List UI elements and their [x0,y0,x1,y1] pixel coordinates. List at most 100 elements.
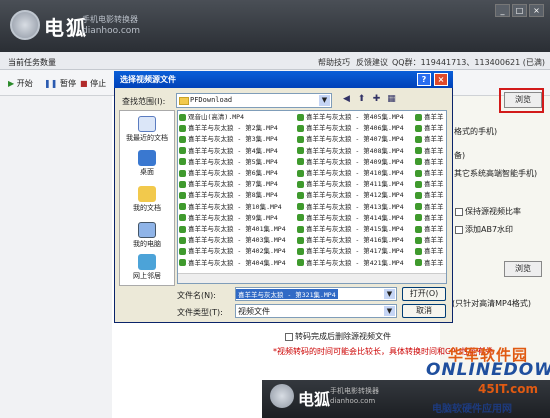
file-item-label: 喜羊羊与灰太狼 - 第421集.MP4 [306,258,404,267]
file-item[interactable]: 喜羊羊与灰太狼 - 第416集.MP4 [297,235,404,245]
file-name-value: 喜羊羊与灰太狼 - 第321集.MP4 [236,289,338,299]
file-item[interactable]: 喜羊羊与灰太狼 - 第406集.MP4 [297,123,404,133]
dialog-help-button[interactable]: ? [417,73,431,86]
place-my-documents[interactable]: 我的文档 [119,186,175,213]
video-file-icon [297,180,304,188]
file-item-label: 喜羊羊与灰太狼 - 第416集.MP4 [306,236,404,245]
file-item[interactable]: 喜羊羊与灰太狼 - 第408集.MP4 [297,146,404,156]
back-icon[interactable]: ◀ [340,93,353,106]
up-folder-icon[interactable]: ⬆ [355,93,368,106]
file-item[interactable]: 喜羊羊 [415,190,445,200]
file-item[interactable]: 喜羊羊与灰太狼 - 第10集.MP4 [179,202,282,212]
file-item[interactable]: 喜羊羊与灰太狼 - 第9集.MP4 [179,213,278,223]
file-item[interactable]: 喜羊羊与灰太狼 - 第403集.MP4 [179,235,286,245]
new-folder-icon[interactable]: ✚ [370,93,383,106]
add-watermark-label: 添加AB7水印 [465,225,514,234]
file-item[interactable]: 喜羊羊 [415,157,445,167]
file-item[interactable]: 喜羊羊 [415,246,445,256]
help-link[interactable]: 帮助技巧 [318,57,350,68]
file-item[interactable]: 喜羊羊与灰太狼 - 第410集.MP4 [297,168,404,178]
file-item[interactable]: 喜羊羊与灰太狼 - 第412集.MP4 [297,190,404,200]
file-item[interactable]: 喜羊羊 [415,134,445,144]
window-controls: _ □ × [493,4,544,17]
video-file-icon [297,203,304,211]
file-item-label: 喜羊羊与灰太狼 - 第6集.MP4 [188,169,278,177]
place-label: 我最近的文档 [126,134,168,142]
video-file-icon [179,236,186,244]
file-item[interactable]: 喜羊羊与灰太狼 - 第404集.MP4 [179,258,286,268]
fox-logo-icon [270,384,294,408]
place-network[interactable]: 网上邻居 [119,254,175,281]
file-item[interactable]: 喜羊羊与灰太狼 - 第3集.MP4 [179,134,278,144]
video-file-icon [179,259,186,267]
file-item-label: 喜羊羊与灰太狼 - 第8集.MP4 [188,191,278,200]
checkbox-box [285,332,293,341]
file-item[interactable]: 喜羊羊与灰太狼 - 第421集.MP4 [297,258,404,268]
file-item[interactable]: 喜羊羊 [415,224,445,234]
video-file-icon [297,225,304,233]
file-item-label: 喜羊羊与灰太狼 - 第3集.MP4 [188,135,278,144]
place-desktop[interactable]: 桌面 [119,150,175,177]
recent-docs-icon [138,116,156,132]
file-item[interactable]: 喜羊羊与灰太狼 - 第414集.MP4 [297,213,404,223]
delete-source-checkbox[interactable]: 转码完成后删除源视频文件 [285,331,391,342]
file-item[interactable]: 喜羊羊与灰太狼 - 第405集.MP4 [297,112,404,122]
file-item[interactable]: 喜羊羊 [415,146,445,156]
file-item[interactable]: 喜羊羊与灰太狼 - 第407集.MP4 [297,134,404,144]
start-button[interactable]: ▶ 开始 [8,78,33,89]
file-item[interactable]: 喜羊羊与灰太狼 - 第417集.MP4 [297,246,404,256]
file-item[interactable]: 喜羊羊 [415,168,445,178]
place-my-computer[interactable]: 我的电脑 [119,222,175,249]
file-item[interactable]: 喜羊羊与灰太狼 - 第7集.MP4 [179,179,278,189]
file-item-label: 喜羊羊与灰太狼 - 第4集.MP4 [188,146,278,155]
file-item[interactable]: 喜羊羊 [415,213,445,223]
file-item[interactable]: 喜羊羊与灰太狼 - 第402集.MP4 [179,246,286,256]
file-item[interactable]: 喜羊羊与灰太狼 - 第6集.MP4 [179,168,278,178]
file-item[interactable]: 喜羊羊与灰太狼 - 第8集.MP4 [179,190,278,200]
file-item[interactable]: 喜羊羊 [415,123,445,133]
cancel-button[interactable]: 取消 [402,304,446,318]
file-item[interactable]: 喜羊羊 [415,202,445,212]
file-item[interactable]: 喜羊羊与灰太狼 - 第5集.MP4 [179,157,278,167]
horizontal-scrollbar[interactable] [178,273,446,283]
file-item[interactable]: 喜羊羊与灰太狼 - 第4集.MP4 [179,146,278,156]
open-button[interactable]: 打开(O) [402,287,446,301]
close-button[interactable]: × [529,4,544,17]
video-file-icon [415,135,422,143]
file-item[interactable]: 喜羊羊 [415,258,445,268]
browse-button-2[interactable]: 浏览 [504,261,542,277]
file-item-label: 观音山(高清).MP4 [188,113,244,121]
stop-button[interactable]: ■ 停止 [80,78,106,89]
file-item[interactable]: 观音山(高清).MP4 [179,112,244,122]
file-item-label: 喜羊羊 [424,135,444,144]
file-item-label: 喜羊羊与灰太狼 - 第410集.MP4 [306,169,404,177]
pause-icon: ❚❚ [44,79,58,88]
add-watermark-checkbox[interactable]: 添加AB7水印 [455,224,513,235]
view-menu-icon[interactable]: ▦ [385,93,398,106]
maximize-button[interactable]: □ [512,4,527,17]
place-recent[interactable]: 我最近的文档 [119,116,175,143]
video-file-icon [179,147,186,155]
file-item[interactable]: 喜羊羊 [415,235,445,245]
file-item[interactable]: 喜羊羊与灰太狼 - 第413集.MP4 [297,202,404,212]
feedback-link[interactable]: 反馈建议 [356,57,388,68]
file-item[interactable]: 喜羊羊 [415,112,445,122]
file-item[interactable]: 喜羊羊与灰太狼 - 第411集.MP4 [297,179,404,189]
file-item[interactable]: 喜羊羊与灰太狼 - 第415集.MP4 [297,224,404,234]
file-item[interactable]: 喜羊羊与灰太狼 - 第2集.MP4 [179,123,278,133]
play-icon: ▶ [8,79,15,88]
file-type-label: 文件类型(T): [177,308,223,317]
file-item[interactable]: 喜羊羊与灰太狼 - 第401集.MP4 [179,224,286,234]
file-item[interactable]: 喜羊羊与灰太狼 - 第409集.MP4 [297,157,404,167]
my-computer-icon [138,222,156,238]
video-file-icon [297,247,304,255]
pause-button[interactable]: ❚❚ 暂停 [44,78,76,89]
file-item[interactable]: 喜羊羊 [415,179,445,189]
keep-ratio-checkbox[interactable]: 保持源视频比率 [455,206,521,217]
look-in-value: PFDownload [190,96,233,104]
minimize-button[interactable]: _ [495,4,510,17]
file-item-label: 喜羊羊 [424,202,444,211]
file-item-label: 喜羊羊 [424,124,444,133]
dialog-close-button[interactable]: × [434,73,448,86]
look-in-label: 查找范围(I): [122,97,166,106]
